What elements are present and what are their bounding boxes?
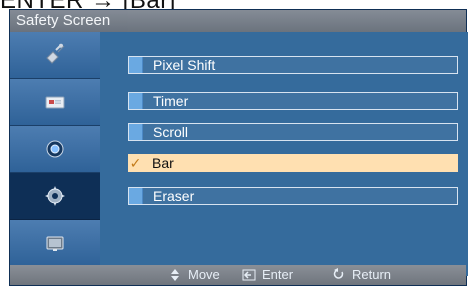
sidebar-item-multi-control[interactable] [10,220,100,267]
satellite-icon [43,43,67,67]
menu-item-eraser[interactable]: Eraser [128,187,458,205]
top-caption: ENTER → [Bar] [0,0,470,9]
display-panel-icon [43,231,67,255]
menu-item-scroll[interactable]: Scroll [128,123,458,141]
menu-item-label: Pixel Shift [153,57,216,73]
osd-footer: Move Enter Return [10,265,466,285]
menu-item-timer[interactable]: Timer [128,92,458,110]
hint-return: Return [332,265,391,285]
move-arrows-icon [168,268,182,282]
menu-item-label: Bar [152,155,174,171]
menu-item-marker [129,124,143,140]
safety-screen-osd: Safety Screen Pixel Shift Timer Scroll ✓… [9,9,468,286]
menu-item-label: Scroll [153,124,189,140]
move-label: Move [188,267,220,282]
osd-sidebar [10,32,100,276]
osd-title: Safety Screen [10,10,466,32]
menu-item-marker [129,93,143,109]
disc-icon [43,137,67,161]
menu-item-label: Timer [153,93,189,109]
sidebar-item-sound[interactable] [10,126,100,173]
menu-item-marker [129,57,143,73]
return-label: Return [352,267,392,282]
enter-label: Enter [262,267,294,282]
osd-content: Pixel Shift Timer Scroll ✓ Bar Eraser [100,32,468,276]
sidebar-item-setup[interactable] [10,173,100,220]
monitor-icon [43,90,67,114]
enter-icon [242,268,256,282]
gear-icon [43,184,67,208]
return-icon [332,268,346,282]
sidebar-item-picture[interactable] [10,79,100,126]
menu-item-marker [129,188,143,204]
sidebar-item-input[interactable] [10,32,100,79]
menu-item-pixel-shift[interactable]: Pixel Shift [128,56,458,74]
hint-enter: Enter [242,265,293,285]
check-icon: ✓ [129,155,142,171]
menu-item-bar[interactable]: ✓ Bar [128,154,458,172]
hint-move: Move [168,265,220,285]
menu-item-label: Eraser [153,188,195,204]
